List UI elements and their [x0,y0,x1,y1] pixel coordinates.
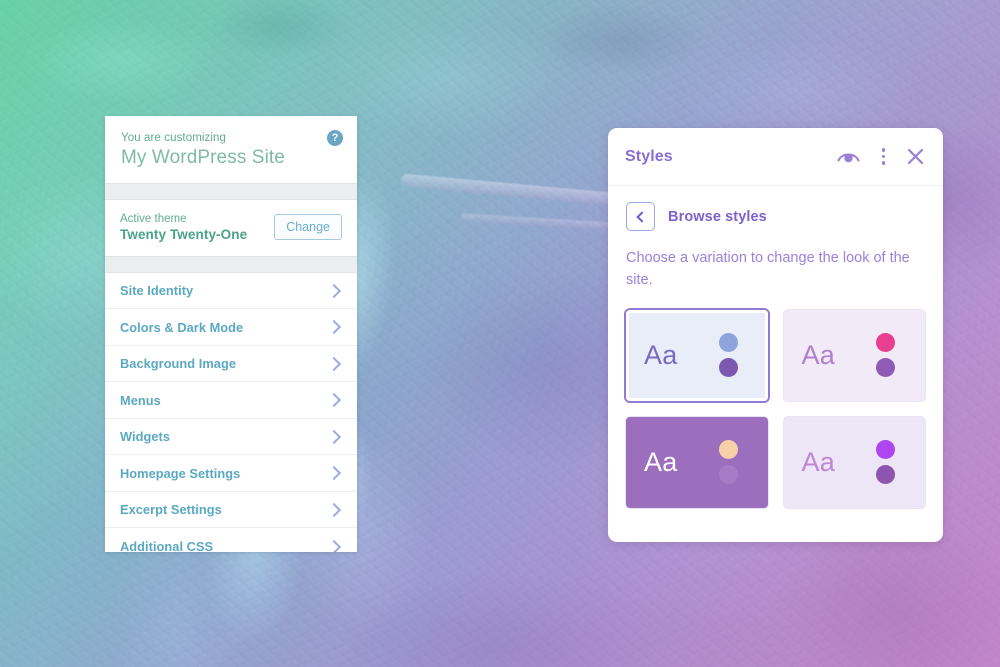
active-theme-label: Active theme [120,212,187,225]
browse-styles-nav: Browse styles [626,202,925,231]
breadcrumb: Browse styles [668,208,767,225]
style-variation-card-3[interactable]: Aa [626,416,768,508]
variation-aa-sample: Aa [801,446,835,477]
variation-color-dots [718,333,738,378]
sidebar-item-site-identity[interactable]: Site Identity [105,273,357,310]
sidebar-item-menus[interactable]: Menus [105,382,357,419]
chevron-right-icon [326,356,342,371]
style-book-eye-icon[interactable] [837,149,860,165]
sidebar-item-background-image[interactable]: Background Image [105,346,357,383]
sidebar-item-widgets[interactable]: Widgets [105,419,357,456]
customizer-divider-bottom [105,255,357,273]
chevron-right-icon [326,393,342,408]
styles-panel-body: Browse styles Choose a variation to chan… [608,186,943,508]
active-theme-info: Active theme Twenty Twenty-One [120,213,247,242]
sidebar-item-homepage-settings[interactable]: Homepage Settings [105,455,357,492]
variation-aa-sample: Aa [644,339,678,370]
customizer-section-list: Site Identity Colors & Dark Mode Backgro… [105,272,357,552]
more-options-icon[interactable] [880,146,888,167]
styles-panel: Styles Browse styles Choose a variation … [608,128,943,542]
question-mark-circle-icon[interactable]: ? [327,130,343,146]
variation-color-dots [718,440,738,485]
style-variation-card-2[interactable]: Aa [783,309,925,401]
customizer-divider-top [105,182,357,200]
sidebar-item-label: Additional CSS [120,539,214,552]
style-variations-grid: Aa Aa Aa Aa [626,309,925,508]
variation-aa-sample: Aa [801,339,835,370]
sidebar-item-label: Widgets [120,429,171,445]
change-theme-button[interactable]: Change [274,214,342,241]
chevron-right-icon [326,466,342,481]
styles-panel-actions [837,146,925,167]
sidebar-item-label: Background Image [120,356,236,372]
sidebar-item-label: Colors & Dark Mode [120,319,244,335]
style-variation-card-1[interactable]: Aa [626,309,768,401]
active-theme-row: Active theme Twenty Twenty-One Change [105,199,357,256]
variation-aa-sample: Aa [644,446,678,477]
sidebar-item-additional-css[interactable]: Additional CSS [105,528,357,552]
variation-color-dots [876,333,895,378]
styles-panel-description: Choose a variation to change the look of… [626,250,910,289]
chevron-right-icon [326,283,342,298]
sidebar-item-excerpt-settings[interactable]: Excerpt Settings [105,492,357,529]
variation-color-dots [876,440,895,485]
sidebar-item-label: Excerpt Settings [120,502,222,518]
sidebar-item-label: Site Identity [120,283,194,299]
chevron-right-icon [326,539,342,552]
chevron-right-icon [326,502,342,517]
sidebar-item-label: Homepage Settings [120,465,241,481]
customizer-header: You are customizing My WordPress Site ? [105,116,357,183]
styles-panel-title: Styles [625,147,673,165]
sidebar-item-colors-dark-mode[interactable]: Colors & Dark Mode [105,309,357,346]
close-icon[interactable] [907,148,924,165]
styles-panel-header: Styles [608,128,943,186]
wordpress-customizer-panel: You are customizing My WordPress Site ? … [105,116,357,552]
chevron-right-icon [326,320,342,335]
chevron-left-icon[interactable] [626,202,655,231]
page-title: My WordPress Site [121,147,285,168]
sidebar-item-label: Menus [120,392,161,408]
active-theme-name: Twenty Twenty-One [120,226,248,242]
customizer-kicker: You are customizing [121,132,227,144]
style-variation-card-4[interactable]: Aa [783,416,925,508]
chevron-right-icon [326,429,342,444]
